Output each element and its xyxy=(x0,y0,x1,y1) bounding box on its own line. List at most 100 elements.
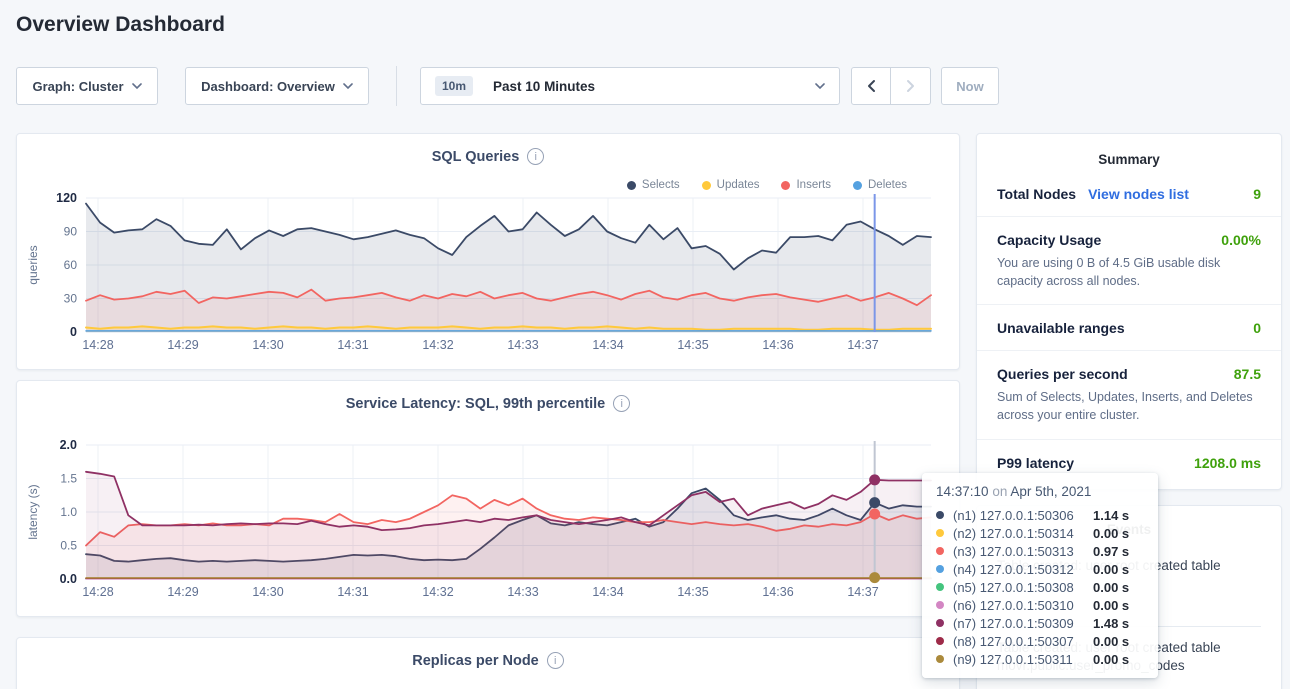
view-nodes-list-link[interactable]: View nodes list xyxy=(1088,186,1189,202)
svg-text:120: 120 xyxy=(56,192,77,205)
svg-text:60: 60 xyxy=(64,258,78,272)
time-step-buttons xyxy=(851,67,931,105)
tooltip-rows: (n1) 127.0.0.1:503061.14 s(n2) 127.0.0.1… xyxy=(936,506,1144,668)
tooltip-node-value: 1.48 s xyxy=(1093,616,1144,631)
sql-queries-card: SQL Queries i Selects Updates Inserts De… xyxy=(16,133,960,370)
graph-dropdown-label: Graph: Cluster xyxy=(32,79,123,94)
summary-title: Summary xyxy=(977,134,1281,171)
chevron-right-icon xyxy=(905,79,916,93)
chevron-down-icon xyxy=(132,81,142,91)
legend-item-inserts[interactable]: Inserts xyxy=(781,179,831,191)
svg-text:14:30: 14:30 xyxy=(252,338,283,352)
chart-hover-tooltip: 14:37:10 on Apr 5th, 2021 (n1) 127.0.0.1… xyxy=(922,473,1158,678)
summary-panel: Summary Total Nodes View nodes list 9 Ca… xyxy=(976,133,1282,490)
series-color-dot xyxy=(936,601,944,609)
tooltip-node-value: 0.00 s xyxy=(1093,652,1144,667)
sql-queries-title: SQL Queries xyxy=(432,149,520,165)
qps-label: Queries per second xyxy=(997,366,1128,382)
previous-time-button[interactable] xyxy=(851,67,891,105)
tooltip-row: (n5) 127.0.0.1:503080.00 s xyxy=(936,578,1144,596)
service-latency-chart[interactable]: 14:2814:2914:3014:3114:3214:3314:3414:35… xyxy=(17,439,961,607)
series-color-dot xyxy=(936,583,944,591)
legend-item-updates[interactable]: Updates xyxy=(702,179,760,191)
info-icon[interactable]: i xyxy=(547,652,564,669)
svg-text:14:33: 14:33 xyxy=(507,585,538,599)
series-color-dot xyxy=(936,655,944,663)
dashboard-dropdown[interactable]: Dashboard: Overview xyxy=(185,67,369,105)
service-latency-title: Service Latency: SQL, 99th percentile xyxy=(346,396,606,412)
tooltip-row: (n7) 127.0.0.1:503091.48 s xyxy=(936,614,1144,632)
legend-dot xyxy=(702,181,711,190)
qps-value: 87.5 xyxy=(1234,366,1261,382)
sql-queries-title-row: SQL Queries i xyxy=(17,134,959,165)
legend-item-deletes[interactable]: Deletes xyxy=(853,179,907,191)
legend-label: Updates xyxy=(717,179,760,191)
capacity-value: 0.00% xyxy=(1221,232,1261,248)
tooltip-time: 14:37:10 xyxy=(936,484,989,499)
svg-text:14:29: 14:29 xyxy=(167,585,198,599)
replicas-title-row: Replicas per Node i xyxy=(17,638,959,669)
svg-text:14:35: 14:35 xyxy=(677,338,708,352)
tooltip-row: (n6) 127.0.0.1:503100.00 s xyxy=(936,596,1144,614)
capacity-label: Capacity Usage xyxy=(997,232,1101,248)
chevron-left-icon xyxy=(866,79,877,93)
summary-row-qps: Queries per second 87.5 Sum of Selects, … xyxy=(977,350,1281,438)
info-icon[interactable]: i xyxy=(527,148,544,165)
time-range-badge: 10m xyxy=(435,76,473,96)
tooltip-node-label: (n1) 127.0.0.1:50306 xyxy=(953,508,1093,523)
next-time-button[interactable] xyxy=(891,67,931,105)
p99-value: 1208.0 ms xyxy=(1194,455,1261,471)
total-nodes-label: Total Nodes xyxy=(997,186,1076,202)
svg-text:14:30: 14:30 xyxy=(252,585,283,599)
svg-text:queries: queries xyxy=(26,245,40,284)
series-color-dot xyxy=(936,619,944,627)
legend-item-selects[interactable]: Selects xyxy=(627,179,680,191)
time-range-selector[interactable]: 10m Past 10 Minutes xyxy=(420,67,840,105)
svg-text:14:32: 14:32 xyxy=(422,585,453,599)
now-button[interactable]: Now xyxy=(941,67,999,105)
tooltip-timestamp: 14:37:10 on Apr 5th, 2021 xyxy=(936,484,1144,499)
svg-text:14:32: 14:32 xyxy=(422,338,453,352)
summary-row-capacity: Capacity Usage 0.00% You are using 0 B o… xyxy=(977,216,1281,304)
sql-queries-chart[interactable]: 14:2814:2914:3014:3114:3214:3314:3414:35… xyxy=(17,192,961,360)
svg-text:14:28: 14:28 xyxy=(82,338,113,352)
tooltip-node-label: (n2) 127.0.0.1:50314 xyxy=(953,526,1093,541)
svg-text:0.5: 0.5 xyxy=(60,539,77,553)
graph-dropdown[interactable]: Graph: Cluster xyxy=(16,67,158,105)
tooltip-row: (n1) 127.0.0.1:503061.14 s xyxy=(936,506,1144,524)
overview-dashboard-page: Overview Dashboard Graph: Cluster Dashbo… xyxy=(0,0,1290,689)
svg-text:14:33: 14:33 xyxy=(507,338,538,352)
svg-text:0.0: 0.0 xyxy=(60,572,77,586)
tooltip-row: (n9) 127.0.0.1:503110.00 s xyxy=(936,650,1144,668)
legend-dot xyxy=(781,181,790,190)
tooltip-node-value: 1.14 s xyxy=(1093,508,1144,523)
legend-dot xyxy=(853,181,862,190)
tooltip-node-value: 0.00 s xyxy=(1093,526,1144,541)
svg-text:0: 0 xyxy=(70,325,77,339)
svg-text:14:37: 14:37 xyxy=(847,338,878,352)
p99-label: P99 latency xyxy=(997,455,1074,471)
svg-text:latency (s): latency (s) xyxy=(26,484,40,539)
unavailable-ranges-label: Unavailable ranges xyxy=(997,320,1125,336)
chevron-down-icon xyxy=(343,81,353,91)
series-color-dot xyxy=(936,637,944,645)
toolbar-divider xyxy=(396,66,397,106)
tooltip-node-label: (n5) 127.0.0.1:50308 xyxy=(953,580,1093,595)
tooltip-row: (n8) 127.0.0.1:503070.00 s xyxy=(936,632,1144,650)
dashboard-dropdown-label: Dashboard: Overview xyxy=(201,79,335,94)
tooltip-node-label: (n3) 127.0.0.1:50313 xyxy=(953,544,1093,559)
svg-text:1.5: 1.5 xyxy=(60,472,77,486)
svg-text:2.0: 2.0 xyxy=(60,439,77,452)
tooltip-node-label: (n8) 127.0.0.1:50307 xyxy=(953,634,1093,649)
svg-text:1.0: 1.0 xyxy=(60,505,77,519)
sql-queries-legend: Selects Updates Inserts Deletes xyxy=(627,179,907,191)
info-icon[interactable]: i xyxy=(613,395,630,412)
series-color-dot xyxy=(936,565,944,573)
qps-desc: Sum of Selects, Updates, Inserts, and De… xyxy=(997,388,1261,424)
svg-text:14:31: 14:31 xyxy=(337,585,368,599)
service-latency-card: Service Latency: SQL, 99th percentile i … xyxy=(16,380,960,617)
tooltip-node-label: (n6) 127.0.0.1:50310 xyxy=(953,598,1093,613)
tooltip-node-value: 0.00 s xyxy=(1093,634,1144,649)
tooltip-node-value: 0.00 s xyxy=(1093,562,1144,577)
unavailable-ranges-value: 0 xyxy=(1253,320,1261,336)
